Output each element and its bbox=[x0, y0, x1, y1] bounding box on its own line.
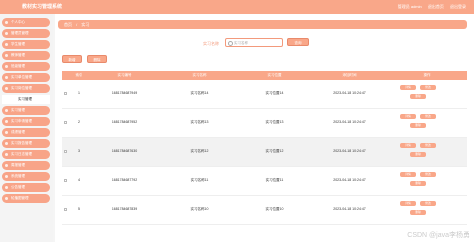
top-right-links: 管理员 admin 退出首页 退出登录 bbox=[393, 4, 466, 10]
detail-button[interactable]: 详情 bbox=[400, 143, 416, 148]
cell-code: 1681784687630 bbox=[111, 149, 138, 153]
detail-button[interactable]: 详情 bbox=[400, 114, 416, 119]
current-user: 管理员 admin bbox=[397, 4, 422, 9]
cell-index: 1 bbox=[78, 91, 80, 95]
table-row: 2 1681784687952 实习名称13 实习位置13 2023-04-18 10:… bbox=[62, 109, 467, 138]
sidebar-item[interactable]: 公告管理 bbox=[2, 183, 50, 192]
search-input[interactable]: 实习名称 bbox=[225, 38, 283, 47]
sidebar-item[interactable]: 实习岗位管理 bbox=[2, 84, 50, 93]
watermark: CSDN @java李杨勇 bbox=[407, 232, 470, 239]
sidebar-item[interactable]: 实习报告管理 bbox=[2, 139, 50, 148]
cell-code: 1681784687839 bbox=[111, 207, 138, 211]
top-bar: 教材实习管理系统 管理员 admin 退出首页 退出登录 bbox=[0, 0, 474, 14]
cell-name: 实习名称14 bbox=[190, 91, 209, 95]
cell-location: 实习位置13 bbox=[265, 120, 284, 124]
header-location: 实习位置 bbox=[267, 73, 282, 77]
cell-index: 3 bbox=[78, 149, 80, 153]
main-content: 首页 / 实习 实习名称 实习名称 查询 新增 删除 索引 实习编号 实习名称 … bbox=[55, 14, 474, 242]
cell-location: 实习位置11 bbox=[265, 178, 284, 182]
cell-name: 实习名称13 bbox=[190, 120, 209, 124]
edit-button[interactable]: 修改 bbox=[420, 172, 436, 177]
detail-button[interactable]: 详情 bbox=[400, 172, 416, 177]
table-header: 索引 实习编号 实习名称 实习位置 添加时间 操作 bbox=[62, 71, 467, 80]
cell-code: 1681784687952 bbox=[111, 120, 138, 124]
cell-time: 2023-04-18 10:24:47 bbox=[333, 120, 366, 124]
header-code: 实习编号 bbox=[117, 73, 132, 77]
row-checkbox[interactable] bbox=[64, 208, 67, 211]
data-table: 索引 实习编号 实习名称 实习位置 添加时间 操作 1 1681784687949… bbox=[62, 71, 467, 242]
breadcrumb: 首页 / 实习 bbox=[58, 20, 467, 29]
cell-time: 2023-04-18 10:24:47 bbox=[333, 178, 366, 182]
breadcrumb-separator: / bbox=[76, 22, 78, 27]
sidebar-item[interactable]: 班级管理 bbox=[2, 62, 50, 71]
cell-time: 2023-04-18 10:24:47 bbox=[333, 91, 366, 95]
table-row: 3 1681784687630 实习名称12 实习位置12 2023-04-18 10:… bbox=[62, 138, 467, 167]
row-checkbox[interactable] bbox=[64, 121, 67, 124]
delete-row-button[interactable]: 删除 bbox=[410, 123, 426, 128]
cell-location: 实习位置10 bbox=[265, 207, 284, 211]
sidebar-item[interactable]: 教师管理 bbox=[2, 51, 50, 60]
table-row: 1 1681784687949 实习名称14 实习位置14 2023-04-18 10:… bbox=[62, 80, 467, 109]
cell-location: 实习位置14 bbox=[265, 91, 284, 95]
cell-name: 实习名称12 bbox=[190, 149, 209, 153]
breadcrumb-home[interactable]: 首页 bbox=[64, 22, 72, 27]
cell-location: 实习位置12 bbox=[265, 149, 284, 153]
sidebar-item[interactable]: 成绩管理 bbox=[2, 128, 50, 137]
breadcrumb-current: 实习 bbox=[81, 22, 90, 27]
edit-button[interactable]: 修改 bbox=[420, 201, 436, 206]
cell-index: 4 bbox=[78, 178, 80, 182]
sidebar-item[interactable]: 轮播图管理 bbox=[2, 194, 50, 203]
cell-code: 1681784687792 bbox=[111, 178, 138, 182]
cell-index: 2 bbox=[78, 120, 80, 124]
sidebar-item[interactable]: 个人中心 bbox=[2, 18, 50, 27]
sidebar-subitem-active[interactable]: 实习管理 bbox=[2, 95, 50, 104]
cell-index: 5 bbox=[78, 207, 80, 211]
app-title: 教材实习管理系统 bbox=[22, 4, 63, 10]
sidebar-item[interactable]: 实习日志管理 bbox=[2, 150, 50, 159]
sidebar-item[interactable]: 实习管理 bbox=[2, 106, 50, 115]
sidebar-item[interactable]: 周报管理 bbox=[2, 161, 50, 170]
sidebar: 个人中心 管理员管理 学生管理 教师管理 班级管理 实习单位管理 实习岗位管理 实习管理 实习管… bbox=[0, 14, 53, 242]
logout-link[interactable]: 退出登录 bbox=[450, 4, 466, 9]
row-checkbox[interactable] bbox=[64, 150, 67, 153]
cell-name: 实习名称11 bbox=[190, 178, 209, 182]
search-label: 实习名称 bbox=[203, 41, 219, 46]
table-row: 5 1681784687839 实习名称10 实习位置10 2023-04-18 10:… bbox=[62, 196, 467, 225]
sidebar-item[interactable]: 学生管理 bbox=[2, 40, 50, 49]
home-link[interactable]: 退出首页 bbox=[428, 4, 444, 9]
delete-row-button[interactable]: 删除 bbox=[410, 181, 426, 186]
add-button[interactable]: 新增 bbox=[62, 55, 82, 63]
sidebar-item[interactable]: 系统管理 bbox=[2, 172, 50, 181]
header-index: 索引 bbox=[75, 73, 83, 77]
row-checkbox[interactable] bbox=[64, 92, 67, 95]
cell-name: 实习名称10 bbox=[190, 207, 209, 211]
edit-button[interactable]: 修改 bbox=[420, 85, 436, 90]
search-button[interactable]: 查询 bbox=[287, 38, 309, 46]
delete-row-button[interactable]: 删除 bbox=[410, 152, 426, 157]
delete-button[interactable]: 删除 bbox=[87, 55, 107, 63]
cell-time: 2023-04-18 10:24:47 bbox=[333, 149, 366, 153]
edit-button[interactable]: 修改 bbox=[420, 143, 436, 148]
sidebar-item[interactable]: 实习单位管理 bbox=[2, 73, 50, 82]
delete-row-button[interactable]: 删除 bbox=[410, 210, 426, 215]
row-checkbox[interactable] bbox=[64, 179, 67, 182]
detail-button[interactable]: 详情 bbox=[400, 85, 416, 90]
detail-button[interactable]: 详情 bbox=[400, 201, 416, 206]
cell-code: 1681784687949 bbox=[111, 91, 138, 95]
cell-time: 2023-04-18 10:24:47 bbox=[333, 207, 366, 211]
delete-row-button[interactable]: 删除 bbox=[410, 94, 426, 99]
header-name: 实习名称 bbox=[192, 73, 207, 77]
table-row: 4 1681784687792 实习名称11 实习位置11 2023-04-18 10:… bbox=[62, 167, 467, 196]
edit-button[interactable]: 修改 bbox=[420, 114, 436, 119]
sidebar-item[interactable]: 管理员管理 bbox=[2, 29, 50, 38]
sidebar-item[interactable]: 实习申请管理 bbox=[2, 117, 50, 126]
header-actions: 操作 bbox=[423, 73, 431, 77]
header-time: 添加时间 bbox=[342, 73, 357, 77]
